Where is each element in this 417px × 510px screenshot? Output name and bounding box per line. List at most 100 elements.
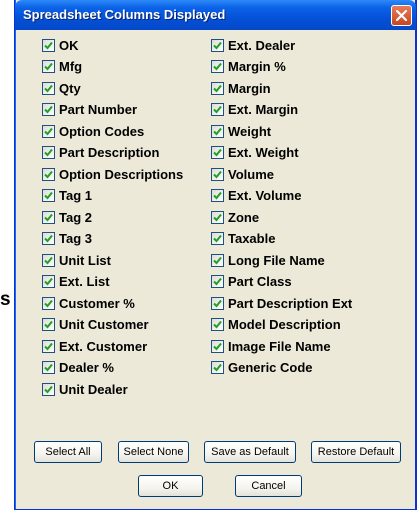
column-checkbox[interactable]: Volume [211, 164, 274, 184]
checkbox-label: Dealer % [59, 360, 114, 375]
column-checkbox[interactable]: Tag 1 [42, 186, 92, 206]
column-checkbox[interactable]: Option Codes [42, 121, 144, 141]
checkbox-box[interactable] [211, 318, 224, 331]
column-checkbox[interactable]: Qty [42, 78, 81, 98]
checkbox-box[interactable] [42, 124, 55, 138]
checkbox-box[interactable] [211, 167, 224, 181]
checkbox-box[interactable] [211, 124, 224, 138]
background-text-fragment: s [0, 289, 11, 310]
checkbox-box[interactable] [42, 103, 55, 116]
checkbox-box[interactable] [42, 232, 55, 245]
checkbox-box[interactable] [42, 60, 55, 73]
column-checkbox[interactable]: Model Description [211, 315, 341, 335]
column-checkbox[interactable]: Margin % [211, 57, 286, 77]
title-bar[interactable]: Spreadsheet Columns Displayed [15, 0, 416, 30]
checkbox-box[interactable] [211, 103, 224, 116]
checkbox-box[interactable] [211, 210, 224, 224]
column-checkbox[interactable]: Unit Dealer [42, 379, 128, 399]
checkmark-icon [213, 105, 222, 114]
checkbox-box[interactable] [42, 253, 55, 267]
checkbox-label: Unit Dealer [59, 381, 128, 397]
checkmark-icon [213, 363, 222, 372]
checkbox-box[interactable] [211, 339, 224, 353]
checkbox-box[interactable] [42, 146, 55, 159]
column-checkbox[interactable]: Zone [211, 207, 259, 227]
column-checkbox[interactable]: Generic Code [211, 358, 313, 378]
checkbox-box[interactable] [42, 296, 55, 310]
column-checkbox[interactable]: Tag 3 [42, 229, 92, 249]
column-checkbox[interactable]: Option Descriptions [42, 164, 183, 184]
column-checkbox[interactable]: Ext. Margin [211, 100, 298, 120]
select-all-button[interactable]: Select All [34, 441, 102, 463]
close-button[interactable] [391, 5, 412, 26]
checkmark-icon [44, 320, 53, 329]
checkbox-box[interactable] [42, 210, 55, 224]
checkbox-box[interactable] [211, 189, 224, 202]
checkbox-box[interactable] [211, 232, 224, 245]
checkbox-box[interactable] [211, 253, 224, 267]
checkbox-box[interactable] [211, 60, 224, 73]
checkbox-label: Customer % [59, 295, 135, 311]
checkbox-label: Unit List [59, 252, 111, 268]
checkbox-box[interactable] [42, 81, 55, 95]
checkbox-box[interactable] [42, 38, 55, 52]
checkbox-box[interactable] [42, 189, 55, 202]
column-checkbox[interactable]: Ext. Weight [211, 143, 299, 163]
column-checkbox[interactable]: Part Description [42, 143, 159, 163]
column-checkbox[interactable]: Taxable [211, 229, 275, 249]
checkmark-icon [213, 256, 222, 264]
column-checkbox[interactable]: Margin [211, 78, 271, 98]
checkbox-label: Ext. Dealer [228, 37, 296, 53]
checkmark-icon [213, 148, 222, 157]
checkbox-box[interactable] [42, 167, 55, 181]
cancel-button[interactable]: Cancel [235, 475, 302, 497]
checkbox-box[interactable] [211, 275, 224, 288]
column-checkbox[interactable]: Part Number [42, 100, 137, 120]
checkmark-icon [44, 385, 53, 393]
column-checkbox[interactable]: Unit Customer [42, 315, 149, 335]
checkbox-label: Ext. Margin [228, 102, 299, 117]
checkmark-icon [44, 105, 53, 114]
checkbox-label: Ext. Weight [228, 145, 299, 160]
column-checkbox[interactable]: Long File Name [211, 250, 325, 270]
column-checkbox[interactable]: Dealer % [42, 358, 114, 378]
checkbox-box[interactable] [211, 361, 224, 374]
column-checkbox[interactable]: Weight [211, 121, 271, 141]
column-checkbox[interactable]: Ext. Customer [42, 336, 147, 356]
checkbox-box[interactable] [42, 275, 55, 288]
checkmark-icon [213, 41, 222, 49]
checkmark-icon [213, 234, 222, 243]
checkbox-box[interactable] [211, 146, 224, 159]
checkmark-icon [44, 363, 53, 372]
column-checkbox[interactable]: Image File Name [211, 336, 331, 356]
column-checkbox[interactable]: Part Description Ext [211, 293, 352, 313]
checkmark-icon [44, 148, 53, 157]
column-checkbox[interactable]: OK [42, 35, 79, 55]
checkbox-box[interactable] [42, 382, 55, 396]
column-checkbox[interactable]: Unit List [42, 250, 111, 270]
column-checkbox[interactable]: Ext. List [42, 272, 110, 292]
column-checkbox[interactable]: Customer % [42, 293, 135, 313]
checkmark-icon [44, 277, 53, 286]
save-as-default-button[interactable]: Save as Default [204, 441, 296, 463]
column-checkbox[interactable]: Part Class [211, 272, 292, 292]
checkbox-label: Unit Customer [59, 317, 149, 332]
checkmark-icon [44, 41, 53, 49]
column-checkbox[interactable]: Ext. Dealer [211, 35, 295, 55]
checkmark-icon [44, 62, 53, 71]
checkbox-label: Tag 1 [59, 188, 92, 203]
ok-button[interactable]: OK [138, 475, 203, 497]
checkbox-box[interactable] [211, 38, 224, 52]
checkbox-box[interactable] [42, 361, 55, 374]
checkbox-box[interactable] [42, 318, 55, 331]
restore-default-button[interactable]: Restore Default [311, 441, 401, 463]
column-checkbox[interactable]: Tag 2 [42, 207, 92, 227]
column-checkbox[interactable]: Mfg [42, 57, 82, 77]
column-checkbox[interactable]: Ext. Volume [211, 186, 301, 206]
checkbox-box[interactable] [211, 296, 224, 310]
checkbox-box[interactable] [211, 81, 224, 95]
checkbox-box[interactable] [42, 339, 55, 353]
select-none-button[interactable]: Select None [118, 441, 189, 463]
checkmark-icon [213, 213, 222, 221]
checkmark-icon [44, 170, 53, 178]
